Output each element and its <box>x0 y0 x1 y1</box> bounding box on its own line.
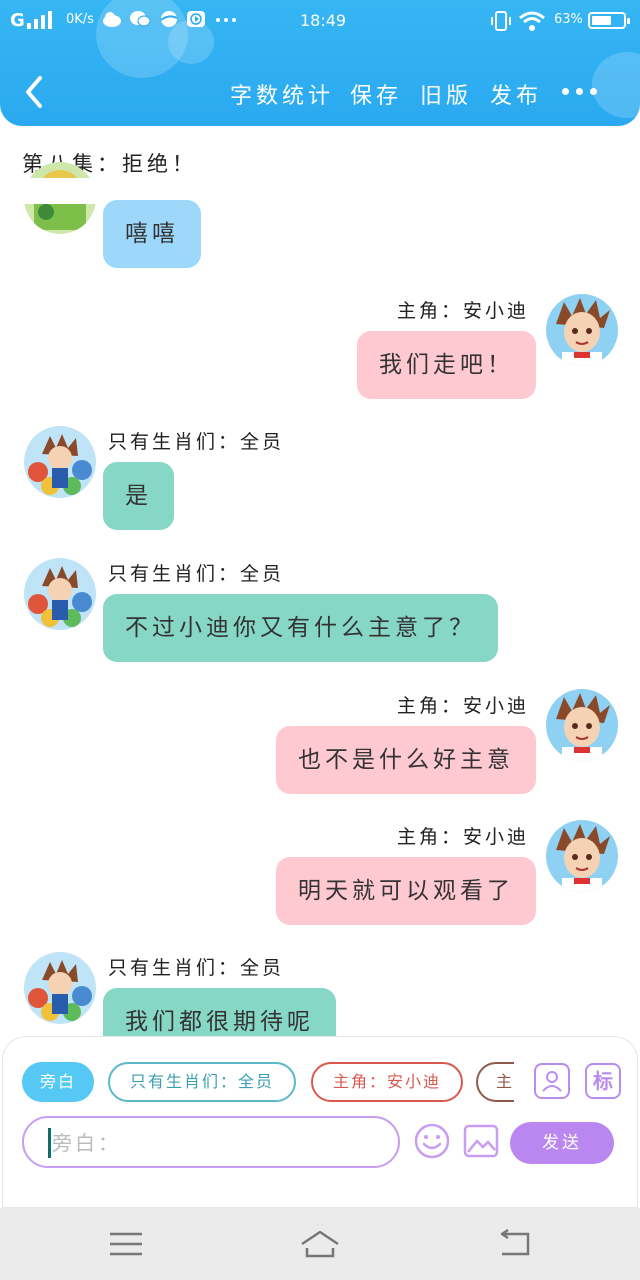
avatar-hero[interactable] <box>546 820 618 892</box>
role-chip-zodiac[interactable]: 只有生肖们：全员 <box>108 1062 296 1102</box>
battery-percent: 63% <box>554 12 583 27</box>
hero-avatar-image <box>546 294 618 366</box>
menu-icon <box>110 1232 142 1256</box>
narration-input[interactable] <box>50 1124 384 1162</box>
hero-avatar-image <box>546 689 618 761</box>
more-dot <box>576 88 583 95</box>
back-icon <box>500 1228 530 1256</box>
battery-icon <box>588 12 630 29</box>
avatar-zodiac[interactable] <box>24 952 96 1024</box>
status-bar: G 0K/s 18:49 63% <box>0 0 640 42</box>
net-speed: 0K/s <box>66 12 94 27</box>
hero-avatar-image <box>546 820 618 892</box>
role-chip-partial[interactable]: 主 <box>476 1062 514 1102</box>
more-notifications-icon <box>215 18 236 22</box>
back-button[interactable] <box>18 70 54 114</box>
role-chip-narrator[interactable]: 旁白 <box>22 1062 94 1102</box>
message-bubble[interactable]: 明天就可以观看了 <box>276 857 536 925</box>
home-button[interactable] <box>298 1224 342 1264</box>
vibrate-icon <box>491 11 511 31</box>
system-back-button[interactable] <box>492 1224 536 1264</box>
speaker-name: 只有生肖们：全员 <box>108 957 285 979</box>
role-manage-button[interactable] <box>534 1063 570 1099</box>
system-nav-bar <box>0 1208 640 1280</box>
tag-button[interactable]: 标 <box>585 1063 621 1099</box>
zodiac-avatar-image <box>24 952 96 1024</box>
wifi-icon <box>519 11 545 31</box>
chevron-left-icon <box>26 76 42 108</box>
avatar-zodiac[interactable] <box>24 558 96 630</box>
play-icon <box>187 11 206 27</box>
zodiac-avatar-image <box>24 558 96 630</box>
avatar-mask <box>0 178 640 204</box>
role-chip-hero[interactable]: 主角：安小迪 <box>311 1062 463 1102</box>
home-icon <box>301 1230 339 1258</box>
speaker-name: 主角：安小迪 <box>397 695 530 717</box>
more-dot <box>590 88 597 95</box>
avatar-hero[interactable] <box>546 294 618 366</box>
emoji-button[interactable] <box>413 1122 451 1160</box>
battery-fill <box>592 16 611 25</box>
signal-bars-icon <box>27 11 52 29</box>
notification-icons <box>102 10 238 33</box>
toolbar: 字数统计 保存 旧版 发布 <box>0 62 640 122</box>
person-card-icon <box>542 1071 562 1092</box>
message-bubble[interactable]: 不过小迪你又有什么主意了？ <box>103 594 498 662</box>
speaker-name: 主角：安小迪 <box>397 826 530 848</box>
image-button[interactable] <box>462 1122 500 1160</box>
avatar-zodiac[interactable] <box>24 426 96 498</box>
message-bubble[interactable]: 也不是什么好主意 <box>276 726 536 794</box>
message-bubble[interactable]: 是 <box>103 462 174 530</box>
zodiac-avatar-image <box>24 426 96 498</box>
signal-text: G <box>10 10 25 31</box>
message-bubble[interactable]: 嘻嘻 <box>103 200 201 268</box>
old-version-button[interactable]: 旧版 <box>420 78 472 110</box>
wechat-icon <box>130 11 151 27</box>
app-header: G 0K/s 18:49 63% 字数统计 保存 旧版 发布 <box>0 0 640 126</box>
speaker-name: 主角：安小迪 <box>397 300 530 322</box>
speaker-name: 只有生肖们：全员 <box>108 431 285 453</box>
text-input-wrapper <box>22 1116 400 1168</box>
send-button[interactable]: 发送 <box>510 1122 614 1164</box>
publish-button[interactable]: 发布 <box>490 78 542 110</box>
smiley-icon <box>414 1123 450 1159</box>
word-count-button[interactable]: 字数统计 <box>230 78 334 110</box>
clock: 18:49 <box>300 11 347 30</box>
speaker-name: 只有生肖们：全员 <box>108 563 285 585</box>
save-button[interactable]: 保存 <box>350 78 402 110</box>
cloud-icon <box>103 12 121 27</box>
image-icon <box>463 1124 499 1158</box>
more-button[interactable] <box>560 76 600 106</box>
message-bubble[interactable]: 我们走吧！ <box>357 331 536 399</box>
planet-icon <box>160 11 178 27</box>
more-dots-icon <box>562 88 569 95</box>
avatar-hero[interactable] <box>546 689 618 761</box>
recent-apps-button[interactable] <box>104 1224 148 1264</box>
